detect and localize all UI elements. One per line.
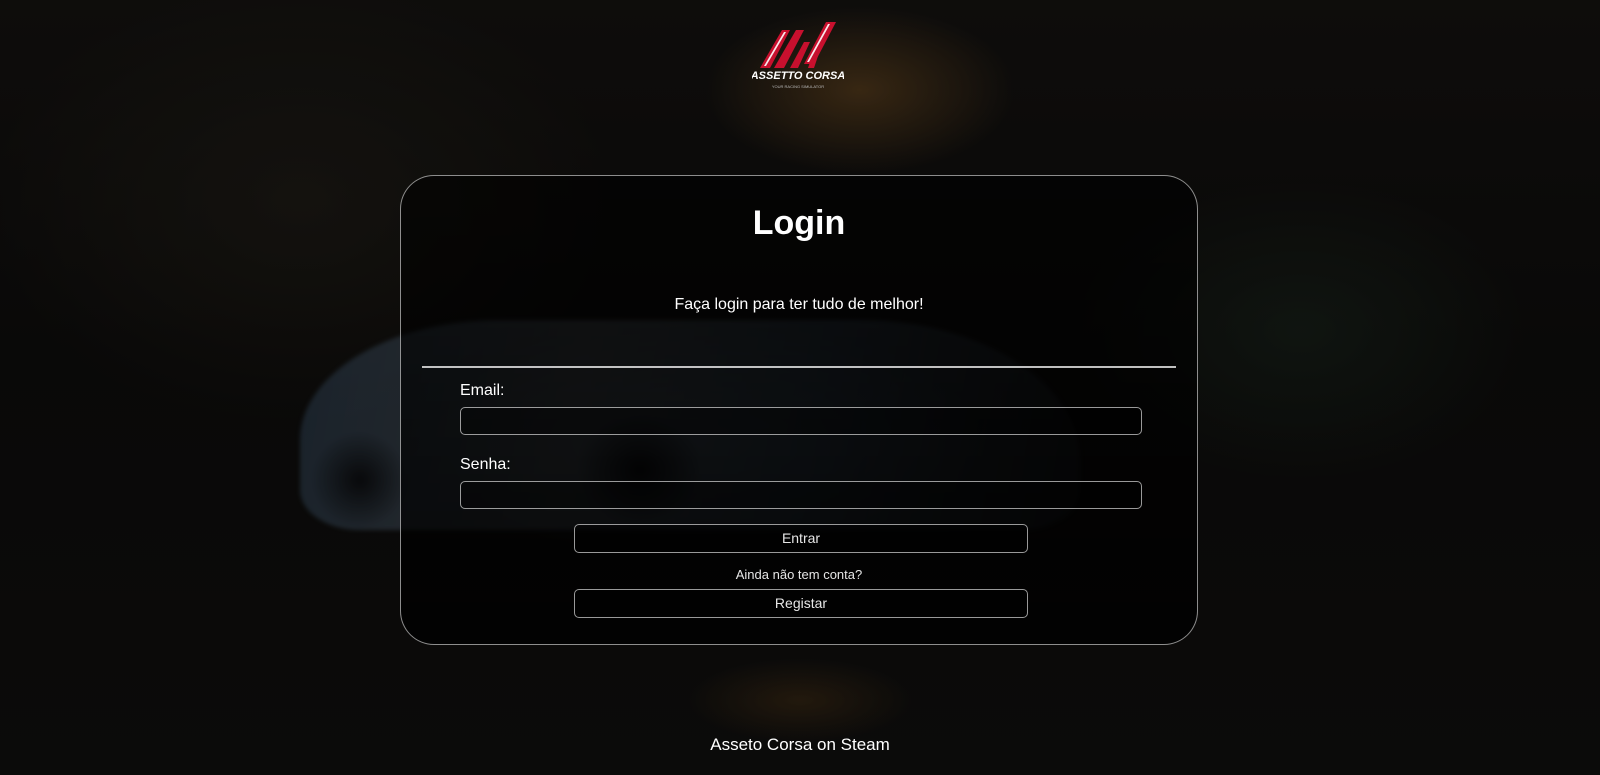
steam-link[interactable]: Asseto Corsa on Steam [710,735,890,754]
register-button[interactable]: Registar [574,589,1028,618]
divider [422,366,1176,368]
login-title: Login [752,204,846,242]
logo-tagline: YOUR RACING SIMULATOR [772,84,824,89]
password-label: Senha: [460,456,511,473]
footer: Asseto Corsa on Steam [0,735,1600,755]
no-account-text: Ainda não tem conta? [735,567,863,582]
email-label: Email: [460,382,505,399]
login-page: ASSETTO CORSA YOUR RACING SIMULATOR Logi… [0,0,1600,775]
email-field[interactable] [460,407,1142,435]
login-subtitle: Faça login para ter tudo de melhor! [674,296,924,313]
login-button[interactable]: Entrar [574,524,1028,553]
logo-text: ASSETTO CORSA [752,70,844,82]
password-field[interactable] [460,481,1142,509]
login-card: Login Faça login para ter tudo de melhor… [400,175,1198,645]
assetto-corsa-logo: ASSETTO CORSA YOUR RACING SIMULATOR [752,22,844,89]
